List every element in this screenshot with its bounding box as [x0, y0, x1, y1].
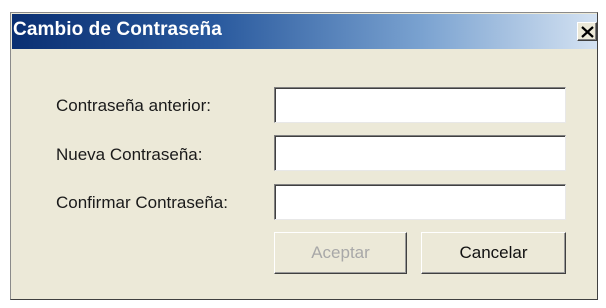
new-password-field[interactable]	[274, 135, 566, 171]
password-change-dialog: Cambio de Contraseña Contraseña anterior…	[10, 12, 598, 300]
confirm-password-label: Confirmar Contraseña:	[56, 193, 228, 212]
title-bar[interactable]: Cambio de Contraseña	[12, 14, 597, 49]
confirm-password-field[interactable]	[274, 184, 566, 220]
old-password-label: Contraseña anterior:	[56, 96, 211, 115]
close-icon	[581, 26, 594, 38]
close-button[interactable]	[577, 22, 597, 41]
new-password-label: Nueva Contraseña:	[56, 145, 203, 164]
cancel-button[interactable]: Cancelar	[421, 232, 566, 274]
accept-button[interactable]: Aceptar	[274, 232, 407, 274]
dialog-title: Cambio de Contraseña	[13, 19, 222, 40]
old-password-field[interactable]	[274, 87, 566, 123]
